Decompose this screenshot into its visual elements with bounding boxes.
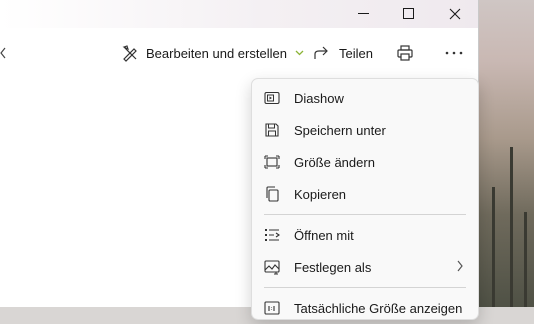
minimize-button[interactable] — [340, 0, 386, 28]
close-button[interactable] — [432, 0, 478, 28]
menu-separator — [264, 287, 466, 288]
more-options-button[interactable] — [445, 28, 463, 78]
menu-item-save-as[interactable]: Speichern unter — [256, 114, 474, 146]
resize-icon — [264, 155, 280, 169]
menu-item-label: Festlegen als — [294, 259, 372, 275]
print-button[interactable] — [396, 28, 414, 78]
menu-item-label: Größe ändern — [294, 154, 375, 170]
wallpaper-tree — [510, 147, 513, 307]
wallpaper-tree — [492, 187, 495, 307]
menu-item-label: Kopieren — [294, 186, 347, 202]
printer-icon — [396, 44, 414, 62]
menu-item-label: Öffnen mit — [294, 227, 354, 243]
maximize-button[interactable] — [386, 0, 432, 28]
share-icon — [313, 45, 331, 61]
edit-create-button[interactable]: Bearbeiten und erstellen — [121, 28, 304, 78]
menu-separator — [264, 214, 466, 215]
menu-item-set-as[interactable]: Festlegen als — [256, 251, 474, 283]
more-options-menu: Diashow Speichern unter Größe ändern Kop… — [251, 78, 479, 320]
menu-item-resize[interactable]: Größe ändern — [256, 146, 474, 178]
menu-item-copy[interactable]: Kopieren — [256, 178, 474, 210]
title-bar — [0, 0, 478, 28]
slideshow-icon — [264, 91, 280, 105]
close-icon — [449, 8, 461, 20]
toolbar: Bearbeiten und erstellen Teilen — [0, 28, 478, 78]
menu-item-slideshow[interactable]: Diashow — [256, 82, 474, 114]
back-button[interactable] — [0, 28, 6, 78]
maximize-icon — [403, 8, 414, 19]
edit-create-label: Bearbeiten und erstellen — [146, 45, 287, 61]
menu-item-label: Speichern unter — [294, 122, 386, 138]
wallpaper-tree — [524, 212, 527, 307]
menu-item-open-with[interactable]: Öffnen mit — [256, 219, 474, 251]
save-icon — [265, 123, 279, 137]
share-button[interactable]: Teilen — [313, 28, 373, 78]
set-as-icon — [264, 260, 280, 275]
menu-item-label: Tatsächliche Größe anzeigen — [294, 300, 463, 316]
minimize-icon — [357, 13, 369, 14]
menu-item-actual-size[interactable]: Tatsächliche Größe anzeigen — [256, 292, 474, 324]
edit-create-icon — [121, 44, 139, 62]
photos-window: Bearbeiten und erstellen Teilen Diashow … — [0, 0, 479, 320]
back-arrow-icon — [0, 47, 6, 59]
open-with-icon — [265, 229, 280, 241]
copy-icon — [266, 186, 279, 202]
more-dots-icon — [445, 51, 463, 55]
chevron-down-icon — [295, 50, 304, 56]
share-label: Teilen — [339, 45, 373, 61]
menu-item-label: Diashow — [294, 90, 344, 106]
desktop-wallpaper — [478, 0, 534, 307]
actual-size-icon — [264, 301, 280, 315]
chevron-right-icon — [457, 260, 463, 272]
